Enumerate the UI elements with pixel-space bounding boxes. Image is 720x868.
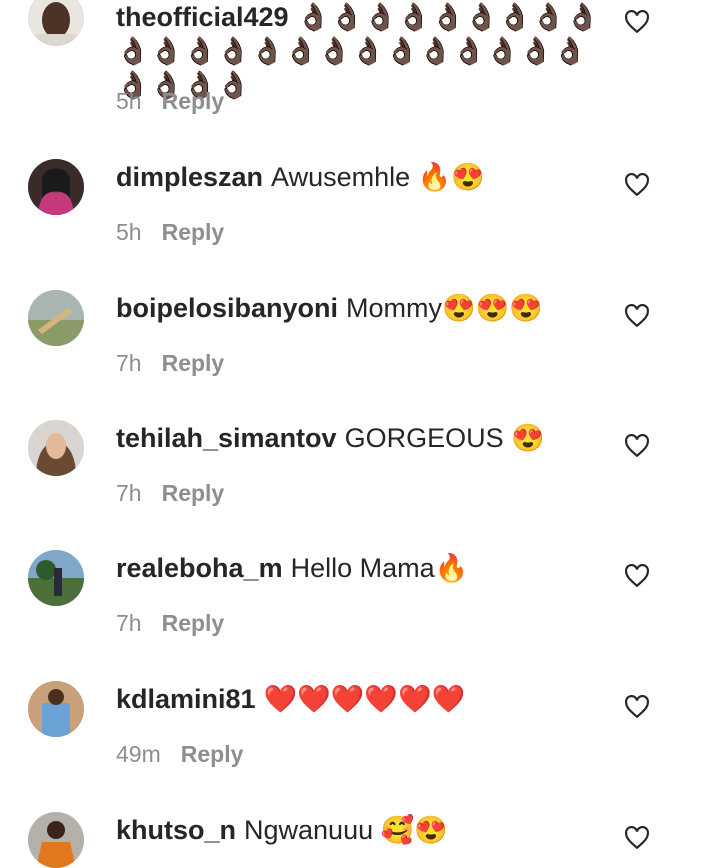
username[interactable]: theofficial429	[116, 2, 289, 32]
username[interactable]: boipelosibanyoni	[116, 293, 338, 323]
comment-timestamp: 5h	[116, 219, 142, 245]
avatar[interactable]	[28, 159, 84, 215]
username[interactable]: khutso_n	[116, 815, 236, 845]
comment-item: tehilah_simantov GORGEOUS 😍 7h Reply	[0, 420, 720, 540]
comment-timestamp: 49m	[116, 741, 161, 767]
username[interactable]: tehilah_simantov	[116, 423, 337, 453]
comment-timestamp: 7h	[116, 350, 142, 376]
like-heart-icon[interactable]	[624, 304, 650, 328]
username[interactable]: dimpleszan	[116, 162, 263, 192]
comment-text: ❤️❤️❤️❤️❤️❤️	[263, 684, 466, 714]
reply-button[interactable]: Reply	[162, 610, 225, 637]
reply-button[interactable]: Reply	[162, 88, 225, 115]
comment-text: Hello Mama🔥	[290, 553, 469, 583]
comment-item: realeboha_m Hello Mama🔥 7h Reply	[0, 550, 720, 670]
comment-text: Awusemhle 🔥😍	[271, 162, 485, 192]
comment-timestamp: 7h	[116, 610, 142, 636]
avatar[interactable]	[28, 0, 84, 46]
comment-timestamp: 7h	[116, 480, 142, 506]
username[interactable]: realeboha_m	[116, 553, 283, 583]
comment-item: khutso_n Ngwanuuu 🥰😍	[0, 812, 720, 868]
comment-text: Ngwanuuu 🥰😍	[244, 815, 448, 845]
like-heart-icon[interactable]	[624, 826, 650, 850]
avatar[interactable]	[28, 812, 84, 868]
comment-item: dimpleszan Awusemhle 🔥😍 5h Reply	[0, 159, 720, 279]
reply-button[interactable]: Reply	[162, 350, 225, 377]
like-heart-icon[interactable]	[624, 10, 650, 34]
comment-item: theofficial429 👌🏿👌🏿👌🏿👌🏿👌🏿👌🏿👌🏿👌🏿👌🏿👌🏿👌🏿👌🏿👌🏿…	[0, 0, 720, 114]
comment-text: GORGEOUS 😍	[344, 423, 545, 453]
comment-item: kdlamini81 ❤️❤️❤️❤️❤️❤️ 49m Reply	[0, 681, 720, 801]
avatar[interactable]	[28, 290, 84, 346]
avatar[interactable]	[28, 550, 84, 606]
comment-text: Mommy😍😍😍	[346, 293, 543, 323]
avatar[interactable]	[28, 420, 84, 476]
like-heart-icon[interactable]	[624, 564, 650, 588]
username[interactable]: kdlamini81	[116, 684, 256, 714]
comment-timestamp: 5h	[116, 88, 142, 114]
like-heart-icon[interactable]	[624, 695, 650, 719]
reply-button[interactable]: Reply	[181, 741, 244, 768]
reply-button[interactable]: Reply	[162, 219, 225, 246]
avatar[interactable]	[28, 681, 84, 737]
reply-button[interactable]: Reply	[162, 480, 225, 507]
like-heart-icon[interactable]	[624, 173, 650, 197]
comment-item: boipelosibanyoni Mommy😍😍😍 7h Reply	[0, 290, 720, 410]
like-heart-icon[interactable]	[624, 434, 650, 458]
